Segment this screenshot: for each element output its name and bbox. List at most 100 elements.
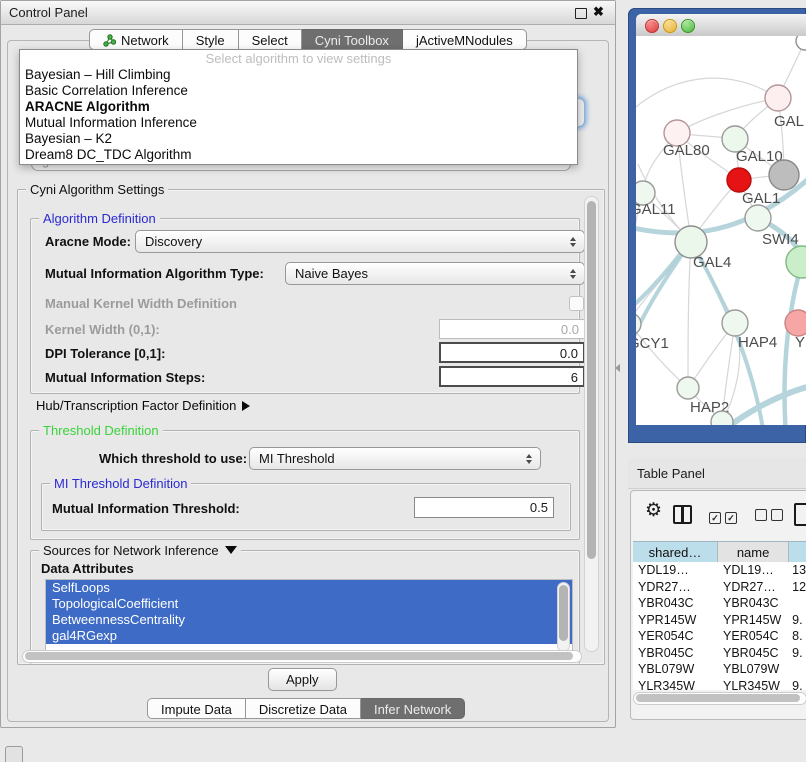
mi-algorithm-type-combobox[interactable]: Naive Bayes — [285, 262, 585, 285]
network-node-label: GAL — [774, 113, 804, 130]
table-row[interactable]: YPR145WYPR145W9. — [633, 612, 806, 629]
table-cell: YBR043C — [718, 595, 789, 612]
tab-discretize-data[interactable]: Discretize Data — [246, 698, 361, 719]
column-header-shared-name[interactable]: shared… — [633, 542, 718, 563]
table-horizontal-scrollbar[interactable] — [633, 692, 806, 705]
table-header: shared… name — [633, 541, 806, 564]
network-node[interactable] — [796, 36, 806, 50]
network-node[interactable] — [677, 377, 699, 399]
hub-definition-expander[interactable]: Hub/Transcription Factor Definition — [36, 398, 250, 413]
data-attribute-item[interactable]: gal4RGexp — [46, 628, 572, 644]
network-node-label: SWI4 — [762, 231, 799, 248]
manual-kernel-label: Manual Kernel Width Definition — [45, 296, 237, 311]
tab-style[interactable]: Style — [183, 29, 239, 50]
column-header-partial[interactable] — [789, 542, 806, 563]
gear-icon[interactable]: ⚙ — [645, 501, 662, 520]
settings-horizontal-scrollbar[interactable] — [22, 650, 582, 663]
table-row[interactable]: YBL079WYBL079W — [633, 661, 806, 678]
table-cell: YER054C — [718, 628, 789, 645]
data-attribute-item[interactable]: BetweennessCentrality — [46, 612, 572, 628]
data-attribute-item[interactable]: SelfLoops — [46, 580, 572, 596]
tab-select[interactable]: Select — [239, 29, 302, 50]
aracne-mode-combobox[interactable]: Discovery — [135, 230, 585, 253]
data-attribute-item[interactable]: TopologicalCoefficient — [46, 596, 572, 612]
table-row[interactable]: YDL19…YDL19…13 — [633, 562, 806, 579]
table-cell: YDL19… — [633, 562, 718, 579]
close-icon[interactable]: ✖ — [593, 4, 604, 20]
table-row[interactable]: YBR045CYBR045C9. — [633, 645, 806, 662]
dpi-tolerance-label: DPI Tolerance [0,1]: — [45, 346, 165, 361]
algorithm-definition-group: Algorithm Definition Aracne Mode: Discov… — [30, 218, 580, 394]
table-cell: YPR145W — [633, 612, 718, 629]
network-canvas[interactable]: GALGAL80GAL10GAL1GAL11SWI4GAL4GCY1HAP4YH… — [636, 36, 806, 425]
table-row[interactable]: YBR043CYBR043C — [633, 595, 806, 612]
cyni-mode-tabs: Impute Data Discretize Data Infer Networ… — [147, 698, 465, 719]
algorithm-option[interactable]: ARACNE Algorithm — [20, 99, 577, 115]
tab-label: Cyni Toolbox — [315, 33, 389, 48]
tab-network[interactable]: Network — [89, 29, 183, 50]
network-node[interactable] — [786, 246, 806, 278]
dpi-tolerance-input[interactable]: 0.0 — [439, 342, 585, 363]
tab-label: Style — [196, 33, 225, 48]
apply-button[interactable]: Apply — [268, 668, 337, 691]
algorithm-dropdown-list: Select algorithm to view settings Bayesi… — [19, 49, 578, 165]
table-cell: YBR043C — [633, 595, 718, 612]
panel-splitter-handle[interactable] — [615, 364, 622, 373]
data-attributes-label: Data Attributes — [41, 561, 134, 576]
columns-icon[interactable] — [673, 505, 692, 524]
collapsed-panel-icon[interactable] — [5, 746, 23, 762]
algorithm-option[interactable]: Bayesian – Hill Climbing — [20, 67, 577, 83]
table-cell: YLR345W — [633, 678, 718, 691]
network-view-window: GALGAL80GAL10GAL1GAL11SWI4GAL4GCY1HAP4YH… — [628, 8, 806, 443]
tab-jactivemnodules[interactable]: jActiveMNodules — [403, 29, 527, 50]
network-node[interactable] — [765, 85, 791, 111]
tab-infer-network[interactable]: Infer Network — [361, 698, 465, 719]
which-threshold-combobox[interactable]: MI Threshold — [249, 447, 541, 470]
table-rows: YDL19…YDL19…13YDR27…YDR27…12YBR043CYBR04… — [633, 562, 806, 690]
control-panel-tabs: Network Style Select Cyni Toolbox jActiv… — [89, 29, 527, 50]
tab-label: Discretize Data — [259, 702, 347, 717]
network-node[interactable] — [785, 310, 806, 336]
data-attributes-list[interactable]: SelfLoopsTopologicalCoefficientBetweenne… — [45, 579, 573, 655]
column-header-name[interactable]: name — [718, 542, 789, 563]
settings-vertical-scrollbar[interactable] — [584, 196, 599, 652]
table-cell: YDL19… — [718, 562, 789, 579]
tab-impute-data[interactable]: Impute Data — [147, 698, 246, 719]
manual-kernel-checkbox[interactable] — [569, 296, 584, 311]
group-title: Cyni Algorithm Settings — [26, 182, 168, 197]
algorithm-option[interactable]: Basic Correlation Inference — [20, 83, 577, 99]
algorithm-option[interactable]: Bayesian – K2 — [20, 131, 577, 147]
table-cell: 9. — [789, 678, 806, 691]
network-node[interactable] — [636, 313, 641, 335]
table-row[interactable]: YDR27…YDR27…12 — [633, 579, 806, 596]
float-window-icon[interactable] — [575, 8, 587, 19]
table-cell: YER054C — [633, 628, 718, 645]
algorithm-option[interactable]: Mutual Information Inference — [20, 115, 577, 131]
zoom-traffic-light[interactable] — [681, 19, 695, 33]
table-panel-titlebar: Table Panel — [628, 458, 806, 489]
network-node[interactable] — [769, 160, 799, 190]
deselect-all-checkboxes-icon[interactable] — [755, 508, 787, 526]
network-node-label: GAL4 — [693, 254, 731, 271]
algorithm-option[interactable]: Dream8 DC_TDC Algorithm — [20, 147, 577, 163]
network-node[interactable] — [745, 205, 771, 231]
mi-threshold-label: Mutual Information Threshold: — [52, 501, 240, 516]
list-vertical-scrollbar[interactable] — [557, 582, 570, 652]
network-icon — [103, 34, 116, 47]
table-row[interactable]: YER054CYER054C8. — [633, 628, 806, 645]
kernel-width-input[interactable]: 0.0 — [439, 319, 585, 339]
screen: Control Panel ✖ Network Style Select Cyn… — [0, 0, 806, 762]
tab-cyni-toolbox[interactable]: Cyni Toolbox — [302, 29, 403, 50]
minimize-traffic-light[interactable] — [663, 19, 677, 33]
network-node[interactable] — [722, 310, 748, 336]
table-cell — [789, 595, 806, 612]
table-row[interactable]: YLR345WYLR345W9. — [633, 678, 806, 691]
new-table-icon[interactable] — [794, 503, 806, 526]
network-node[interactable] — [727, 168, 751, 192]
mi-threshold-input[interactable]: 0.5 — [414, 497, 554, 518]
control-panel-window: Control Panel ✖ Network Style Select Cyn… — [0, 0, 616, 728]
mi-steps-input[interactable]: 6 — [439, 366, 585, 387]
close-traffic-light[interactable] — [645, 19, 659, 33]
sources-title[interactable]: Sources for Network Inference — [43, 543, 219, 558]
select-all-checkboxes-icon[interactable]: ✓✓ — [709, 508, 741, 526]
